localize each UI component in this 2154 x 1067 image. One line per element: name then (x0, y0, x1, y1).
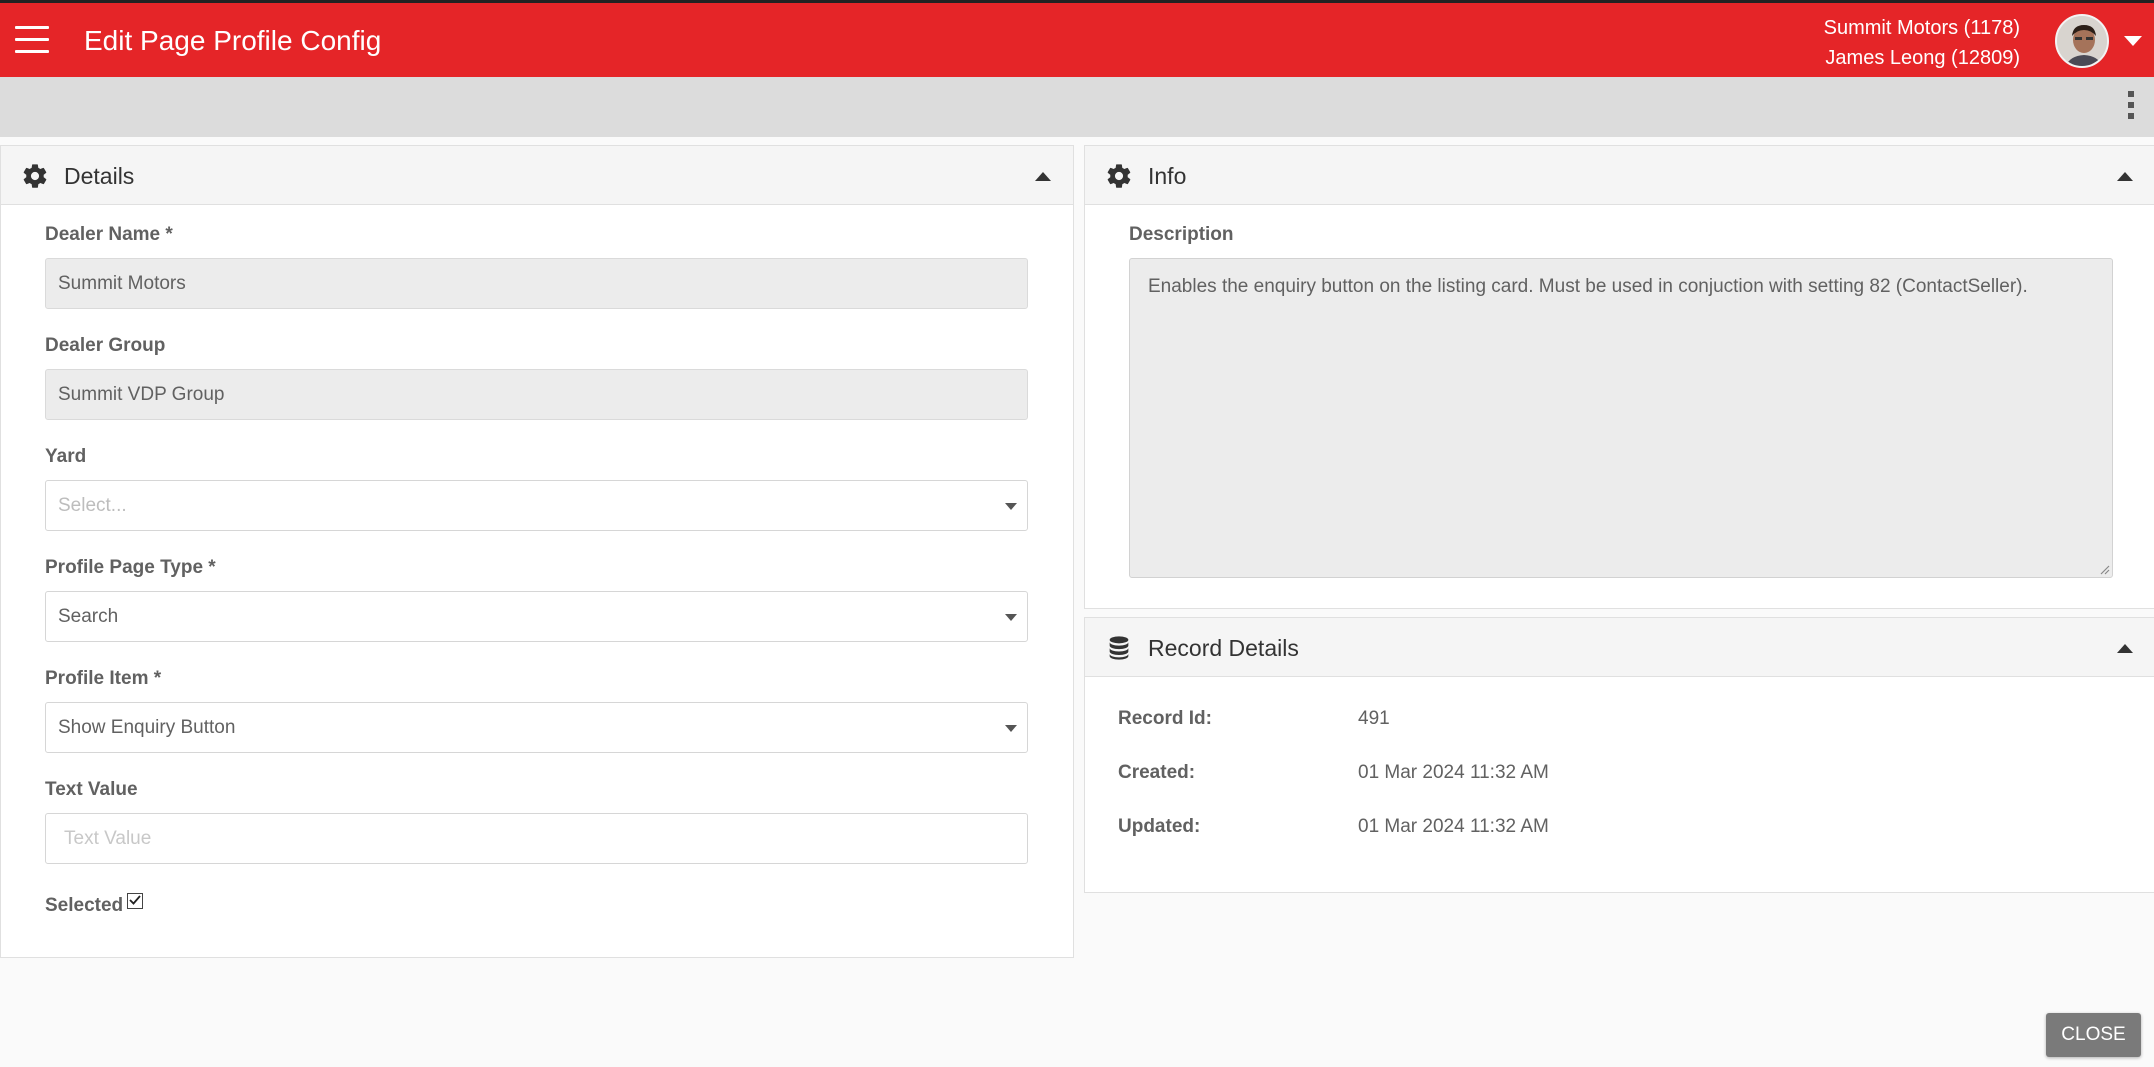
collapse-info-chevron-up-icon[interactable] (2117, 172, 2133, 181)
close-button[interactable]: Close (2046, 1013, 2141, 1057)
description-textarea[interactable]: Enables the enquiry button on the listin… (1129, 258, 2113, 578)
checkmark-icon (129, 895, 141, 905)
user-menu-chevron-down-icon[interactable] (2124, 36, 2142, 46)
description-label: Description (1129, 224, 1234, 245)
dealer-group-field: Summit VDP Group (45, 369, 1028, 420)
gear-icon (23, 164, 47, 188)
profile-item-value: Show Enquiry Button (58, 717, 236, 738)
record-details-panel: Record Details (1084, 617, 2154, 893)
database-icon (1109, 636, 1129, 660)
yard-select[interactable]: Select... (45, 480, 1028, 531)
page-title: Edit Page Profile Config (84, 25, 382, 56)
record-details-panel-title: Record Details (1148, 635, 1299, 661)
details-panel-title: Details (64, 163, 135, 189)
user-photo-icon (2057, 16, 2107, 66)
profile-page-type-label: Profile Page Type * (45, 557, 216, 578)
details-panel-header[interactable]: Details (1, 146, 1073, 205)
user-info: Summit Motors (1178) James Leong (12809) (1824, 13, 2020, 73)
selected-label: Selected (45, 895, 124, 916)
dealer-name-line: Summit Motors (1178) (1823, 17, 2020, 39)
yard-label: Yard (45, 446, 87, 467)
updated-value: 01 Mar 2024 11:32 AM (1358, 816, 1549, 837)
hamburger-menu-icon[interactable] (15, 26, 49, 54)
selected-checkbox[interactable] (127, 893, 143, 909)
top-app-bar: Edit Page Profile Config Summit Motors (… (0, 0, 2154, 77)
user-name-line: James Leong (12809) (1825, 47, 2020, 69)
dealer-name-field: Summit Motors (45, 258, 1028, 309)
record-id-label: Record Id: (1118, 708, 1212, 729)
yard-select-placeholder: Select... (58, 495, 127, 516)
action-toolbar (0, 77, 2154, 137)
collapse-details-chevron-up-icon[interactable] (1035, 172, 1051, 181)
profile-item-label: Profile Item * (45, 668, 162, 689)
updated-label: Updated: (1118, 816, 1201, 837)
collapse-record-chevron-up-icon[interactable] (2117, 644, 2133, 653)
chevron-down-icon (1005, 725, 1017, 732)
avatar[interactable] (2055, 14, 2109, 68)
record-id-value: 491 (1358, 708, 1390, 729)
chevron-down-icon (1005, 614, 1017, 621)
record-details-panel-header[interactable]: Record Details (1085, 618, 2154, 677)
info-panel-title: Info (1148, 163, 1187, 189)
created-value: 01 Mar 2024 11:32 AM (1358, 762, 1549, 783)
profile-page-type-value: Search (58, 606, 119, 627)
gear-icon (1107, 164, 1131, 188)
more-options-icon[interactable] (2124, 91, 2138, 125)
chevron-down-icon (1005, 503, 1017, 510)
resize-handle-icon[interactable] (2098, 563, 2110, 575)
description-text: Enables the enquiry button on the listin… (1148, 276, 2028, 297)
text-value-label: Text Value (45, 779, 138, 800)
text-value-input[interactable] (45, 813, 1028, 864)
profile-page-type-select[interactable]: Search (45, 591, 1028, 642)
dealer-name-label: Dealer Name * (45, 224, 173, 245)
profile-item-select[interactable]: Show Enquiry Button (45, 702, 1028, 753)
created-label: Created: (1118, 762, 1196, 783)
info-panel-header[interactable]: Info (1085, 146, 2154, 205)
dealer-group-label: Dealer Group (45, 335, 166, 356)
